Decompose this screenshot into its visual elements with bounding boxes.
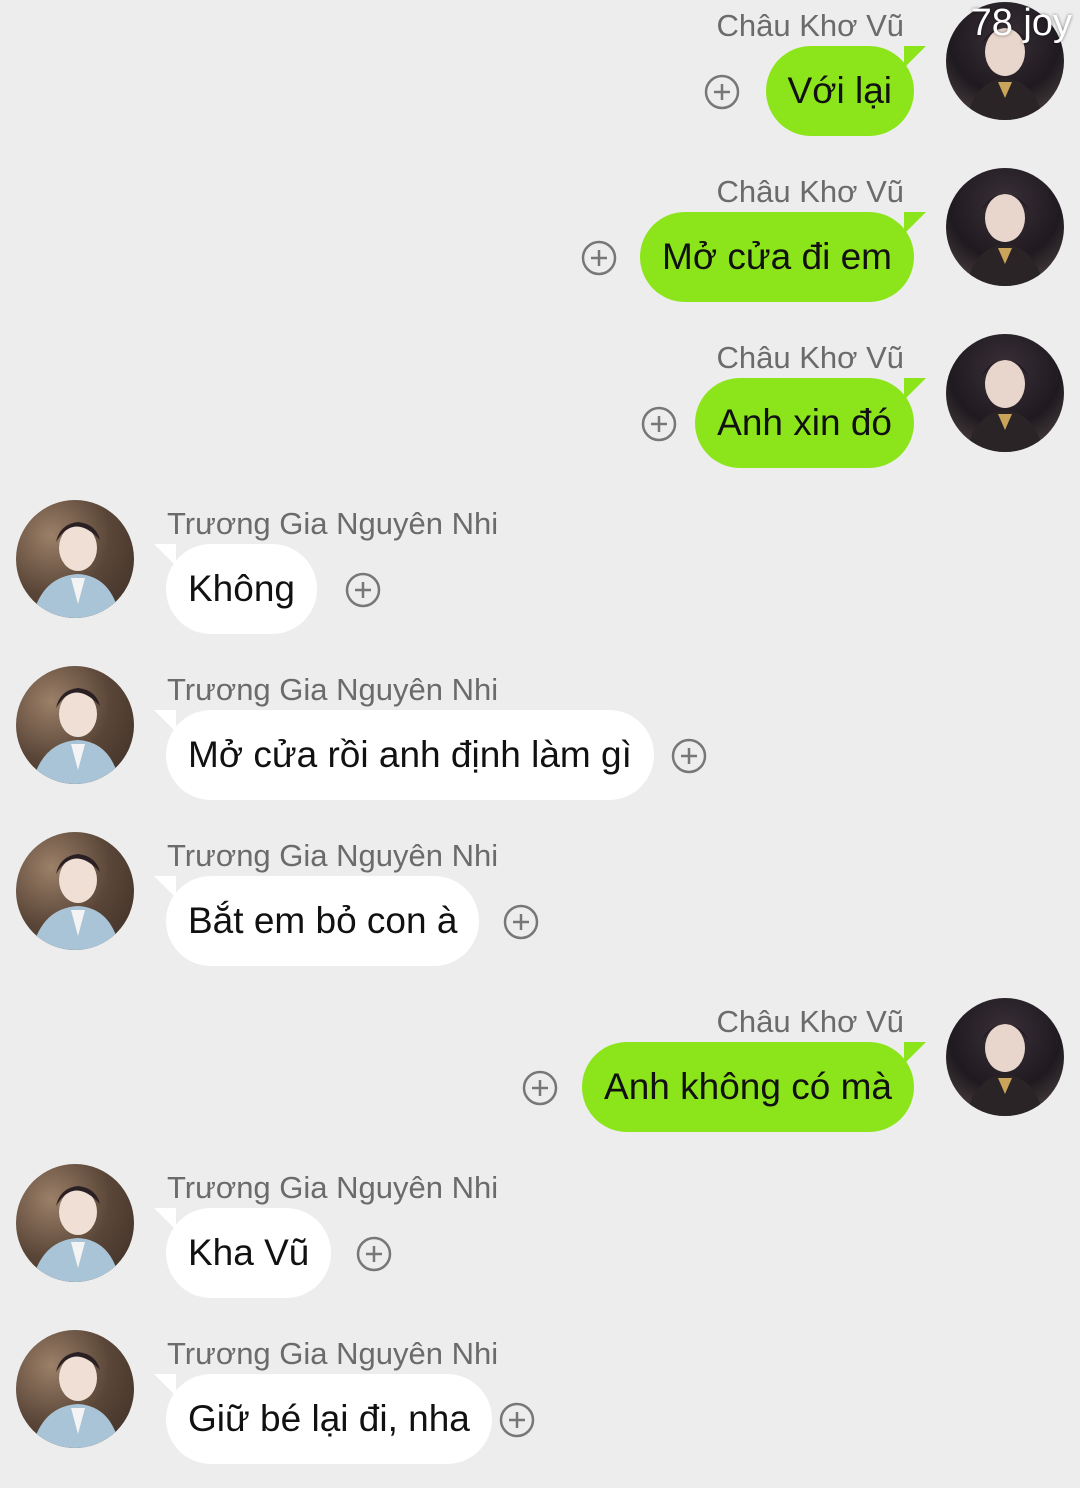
sender-name: Trương Gia Nguyên Nhi (167, 1170, 499, 1205)
message-bubble[interactable]: Bắt em bỏ con à (166, 876, 480, 966)
avatar-icon[interactable] (946, 334, 1064, 452)
message-bubble[interactable]: Mở cửa đi em (640, 212, 914, 302)
sender-name: Trương Gia Nguyên Nhi (167, 838, 499, 873)
message-row: Châu Khơ Vũ Anh xin đó (0, 332, 1080, 492)
add-reaction-icon[interactable] (704, 74, 740, 110)
message-row: Châu Khơ Vũ Mở cửa đi em (0, 166, 1080, 326)
add-reaction-icon[interactable] (671, 738, 707, 774)
bubble-tail (154, 710, 176, 732)
bubble-tail (904, 46, 926, 68)
message-row: Châu Khơ Vũ Anh không có mà (0, 996, 1080, 1156)
message-bubble[interactable]: Anh xin đó (695, 378, 914, 468)
sender-name: Trương Gia Nguyên Nhi (167, 672, 499, 707)
add-reaction-icon[interactable] (503, 904, 539, 940)
message-bubble[interactable]: Anh không có mà (582, 1042, 914, 1132)
message-row: Trương Gia Nguyên Nhi Bắt em bỏ con à (0, 830, 1080, 990)
add-reaction-icon[interactable] (522, 1070, 558, 1106)
message-row: Trương Gia Nguyên Nhi Kha Vũ (0, 1162, 1080, 1322)
message-bubble[interactable]: Không (166, 544, 317, 634)
message-bubble[interactable]: Kha Vũ (166, 1208, 332, 1298)
add-reaction-icon[interactable] (356, 1236, 392, 1272)
watermark-text: 78 joy (970, 2, 1072, 44)
avatar-icon[interactable] (16, 666, 134, 784)
chat-thread: Châu Khơ Vũ Với lại Châu Khơ Vũ Mở cửa đ… (0, 0, 1080, 1484)
sender-name: Châu Khơ Vũ (716, 340, 905, 375)
sender-name: Trương Gia Nguyên Nhi (167, 1336, 499, 1371)
bubble-tail (904, 212, 926, 234)
sender-name: Châu Khơ Vũ (716, 8, 905, 43)
message-bubble[interactable]: Giữ bé lại đi, nha (166, 1374, 492, 1464)
avatar-icon[interactable] (16, 1330, 134, 1448)
message-row: Trương Gia Nguyên Nhi Mở cửa rồi anh địn… (0, 664, 1080, 824)
sender-name: Châu Khơ Vũ (716, 1004, 905, 1039)
avatar-icon[interactable] (16, 500, 134, 618)
avatar-icon[interactable] (946, 998, 1064, 1116)
avatar-icon[interactable] (16, 832, 134, 950)
avatar-icon[interactable] (16, 1164, 134, 1282)
avatar-icon[interactable] (946, 168, 1064, 286)
message-row: Trương Gia Nguyên Nhi Giữ bé lại đi, nha (0, 1328, 1080, 1488)
bubble-tail (904, 1042, 926, 1064)
bubble-tail (154, 1374, 176, 1396)
bubble-tail (154, 544, 176, 566)
add-reaction-icon[interactable] (581, 240, 617, 276)
sender-name: Châu Khơ Vũ (716, 174, 905, 209)
message-bubble[interactable]: Mở cửa rồi anh định làm gì (166, 710, 654, 800)
add-reaction-icon[interactable] (499, 1402, 535, 1438)
bubble-tail (154, 876, 176, 898)
add-reaction-icon[interactable] (641, 406, 677, 442)
message-row: Trương Gia Nguyên Nhi Không (0, 498, 1080, 658)
message-bubble[interactable]: Với lại (765, 46, 914, 136)
message-row: Châu Khơ Vũ Với lại (0, 0, 1080, 160)
add-reaction-icon[interactable] (345, 572, 381, 608)
sender-name: Trương Gia Nguyên Nhi (167, 506, 499, 541)
bubble-tail (904, 378, 926, 400)
bubble-tail (154, 1208, 176, 1230)
